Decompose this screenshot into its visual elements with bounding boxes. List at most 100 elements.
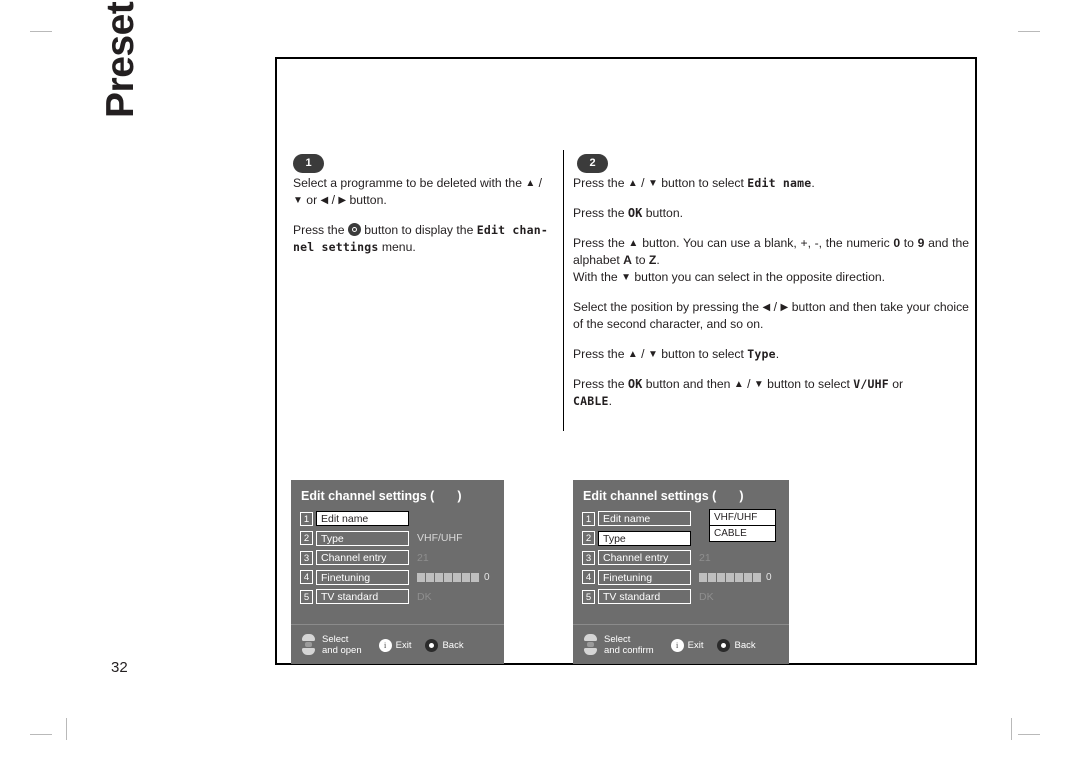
osd-footer-1: Select and open i Exit Back [300, 633, 478, 657]
osd-back-label: Back [734, 639, 756, 651]
osd-row-tv-standard[interactable]: 5 TV standard DK [300, 587, 513, 607]
up-arrow-icon: ▲ [525, 178, 536, 189]
step2-paragraph-6: Press the OK button and then ▲ / ▼ butto… [573, 377, 904, 408]
osd-exit-label: Exit [395, 639, 412, 651]
down-arrow-icon: ▼ [621, 272, 631, 283]
row-label: Type [598, 530, 691, 546]
osd-row-type[interactable]: 2 Type VHF/UHF [300, 529, 513, 549]
row-label: TV standard [316, 589, 409, 605]
instructions-column-1: Select a programme to be deleted with th… [293, 175, 551, 269]
crop-mark-top-right [1018, 31, 1040, 32]
step-badge-2: 2 [577, 154, 608, 173]
down-arrow-icon: ▼ [293, 195, 303, 206]
row-value: DK [417, 590, 432, 603]
step2-paragraph-5: Press the ▲ / ▼ button to select Type. [573, 347, 780, 361]
row-number: 4 [300, 570, 313, 585]
down-arrow-icon: ▼ [753, 379, 764, 390]
osd-row-channel-entry[interactable]: 3 Channel entry 21 [582, 548, 798, 568]
osd-row-edit-name[interactable]: 1 Edit name [300, 509, 513, 529]
column-divider [563, 150, 565, 431]
instructions-column-2: Press the ▲ / ▼ button to select Edit na… [573, 175, 969, 423]
osd-nav-hint-1: Select and open [322, 634, 362, 656]
step2-paragraph-1: Press the ▲ / ▼ button to select Edit na… [573, 176, 815, 190]
row-value: VHF/UHF [417, 532, 463, 545]
row-number: 5 [582, 589, 595, 604]
row-label: Finetuning [598, 569, 691, 585]
down-arrow-icon: ▼ [647, 178, 658, 189]
osd-back-label: Back [442, 639, 464, 651]
osd-exit-button-1[interactable]: i Exit [378, 638, 412, 652]
osd-back-button-1[interactable]: Back [425, 638, 464, 652]
osd-footer-2: Select and confirm i Exit Back [582, 633, 770, 657]
finetuning-value: 0 [484, 571, 490, 583]
step-badge-1: 1 [293, 154, 324, 173]
row-number: 1 [582, 511, 595, 526]
frame-rule-right [975, 57, 977, 665]
back-button-icon [425, 638, 439, 652]
osd-nav-hint-2: Select and confirm [604, 634, 654, 656]
osd-back-button-2[interactable]: Back [717, 638, 756, 652]
osd-footer-divider-2 [573, 624, 789, 625]
crop-mark-bottom-right-vertical [1011, 718, 1012, 740]
row-label: Edit name [598, 511, 691, 527]
osd-row-tv-standard[interactable]: 5 TV standard DK [582, 587, 798, 607]
finetuning-slider[interactable] [417, 572, 479, 582]
step1-paragraph-1: Select a programme to be deleted with th… [293, 176, 543, 207]
step2-paragraph-4: Select the position by pressing the ◀ / … [573, 300, 969, 331]
up-arrow-icon: ▲ [627, 349, 638, 360]
crop-mark-top-left [30, 31, 52, 32]
down-arrow-icon: ▼ [647, 349, 658, 360]
row-number: 3 [582, 550, 595, 565]
up-down-navigation-icon [582, 633, 599, 657]
row-number: 2 [582, 531, 595, 546]
info-icon: i [670, 638, 684, 652]
osd-row-channel-entry[interactable]: 3 Channel entry 21 [300, 548, 513, 568]
step2-paragraph-3: Press the ▲ button. You can use a blank,… [573, 236, 970, 284]
crop-mark-bottom-right [1018, 734, 1040, 735]
type-option-cable[interactable]: CABLE [710, 526, 775, 541]
row-label: Channel entry [598, 550, 691, 566]
up-arrow-icon: ▲ [733, 379, 744, 390]
type-options-popup[interactable]: VHF/UHF CABLE [709, 509, 776, 542]
row-value: DK [699, 590, 714, 603]
step1-paragraph-2: Press the button to display the Edit cha… [293, 223, 548, 254]
step2-paragraph-2: Press the OK button. [573, 206, 683, 220]
row-label: Type [316, 530, 409, 546]
osd-row-finetuning[interactable]: 4 Finetuning 0 [300, 568, 513, 588]
row-number: 3 [300, 550, 313, 565]
osd-row-list-1: 1 Edit name 2 Type VHF/UHF 3 Channel ent… [300, 509, 513, 607]
row-value: 21 [699, 551, 711, 564]
up-down-navigation-icon [300, 633, 317, 657]
osd-footer-divider-1 [291, 624, 504, 625]
type-option-vhf-uhf[interactable]: VHF/UHF [710, 510, 775, 526]
row-value: 21 [417, 551, 429, 564]
row-number: 1 [300, 511, 313, 526]
osd-exit-button-2[interactable]: i Exit [670, 638, 704, 652]
up-arrow-icon: ▲ [627, 178, 638, 189]
right-arrow-icon: ▶ [338, 195, 347, 206]
row-number: 4 [582, 570, 595, 585]
finetuning-slider[interactable] [699, 572, 761, 582]
row-number: 2 [300, 531, 313, 546]
osd-panel-edit-channel-settings-2: Edit channel settings ( ) 1 Edit name 2 … [573, 480, 789, 664]
osd-exit-label: Exit [687, 639, 704, 651]
back-button-icon [717, 638, 731, 652]
frame-rule-left [275, 57, 277, 665]
crop-mark-bottom-left-vertical [66, 718, 67, 740]
row-label: Edit name [316, 511, 409, 527]
osd-title-1: Edit channel settings ( ) [301, 489, 462, 503]
frame-rule-top [275, 57, 977, 59]
row-label: Channel entry [316, 550, 409, 566]
row-label: TV standard [598, 589, 691, 605]
osd-title-2: Edit channel settings ( ) [583, 489, 744, 503]
row-number: 5 [300, 589, 313, 604]
page-title: Preset list Menu [86, 0, 156, 118]
finetuning-value: 0 [766, 571, 772, 583]
row-label: Finetuning [316, 569, 409, 585]
up-arrow-icon: ▲ [628, 238, 639, 249]
osd-panel-edit-channel-settings-1: Edit channel settings ( ) 1 Edit name 2 … [291, 480, 504, 664]
ok-round-button-icon [347, 223, 361, 236]
osd-row-finetuning[interactable]: 4 Finetuning 0 [582, 568, 798, 588]
crop-mark-bottom-left [30, 734, 52, 735]
info-icon: i [378, 638, 392, 652]
